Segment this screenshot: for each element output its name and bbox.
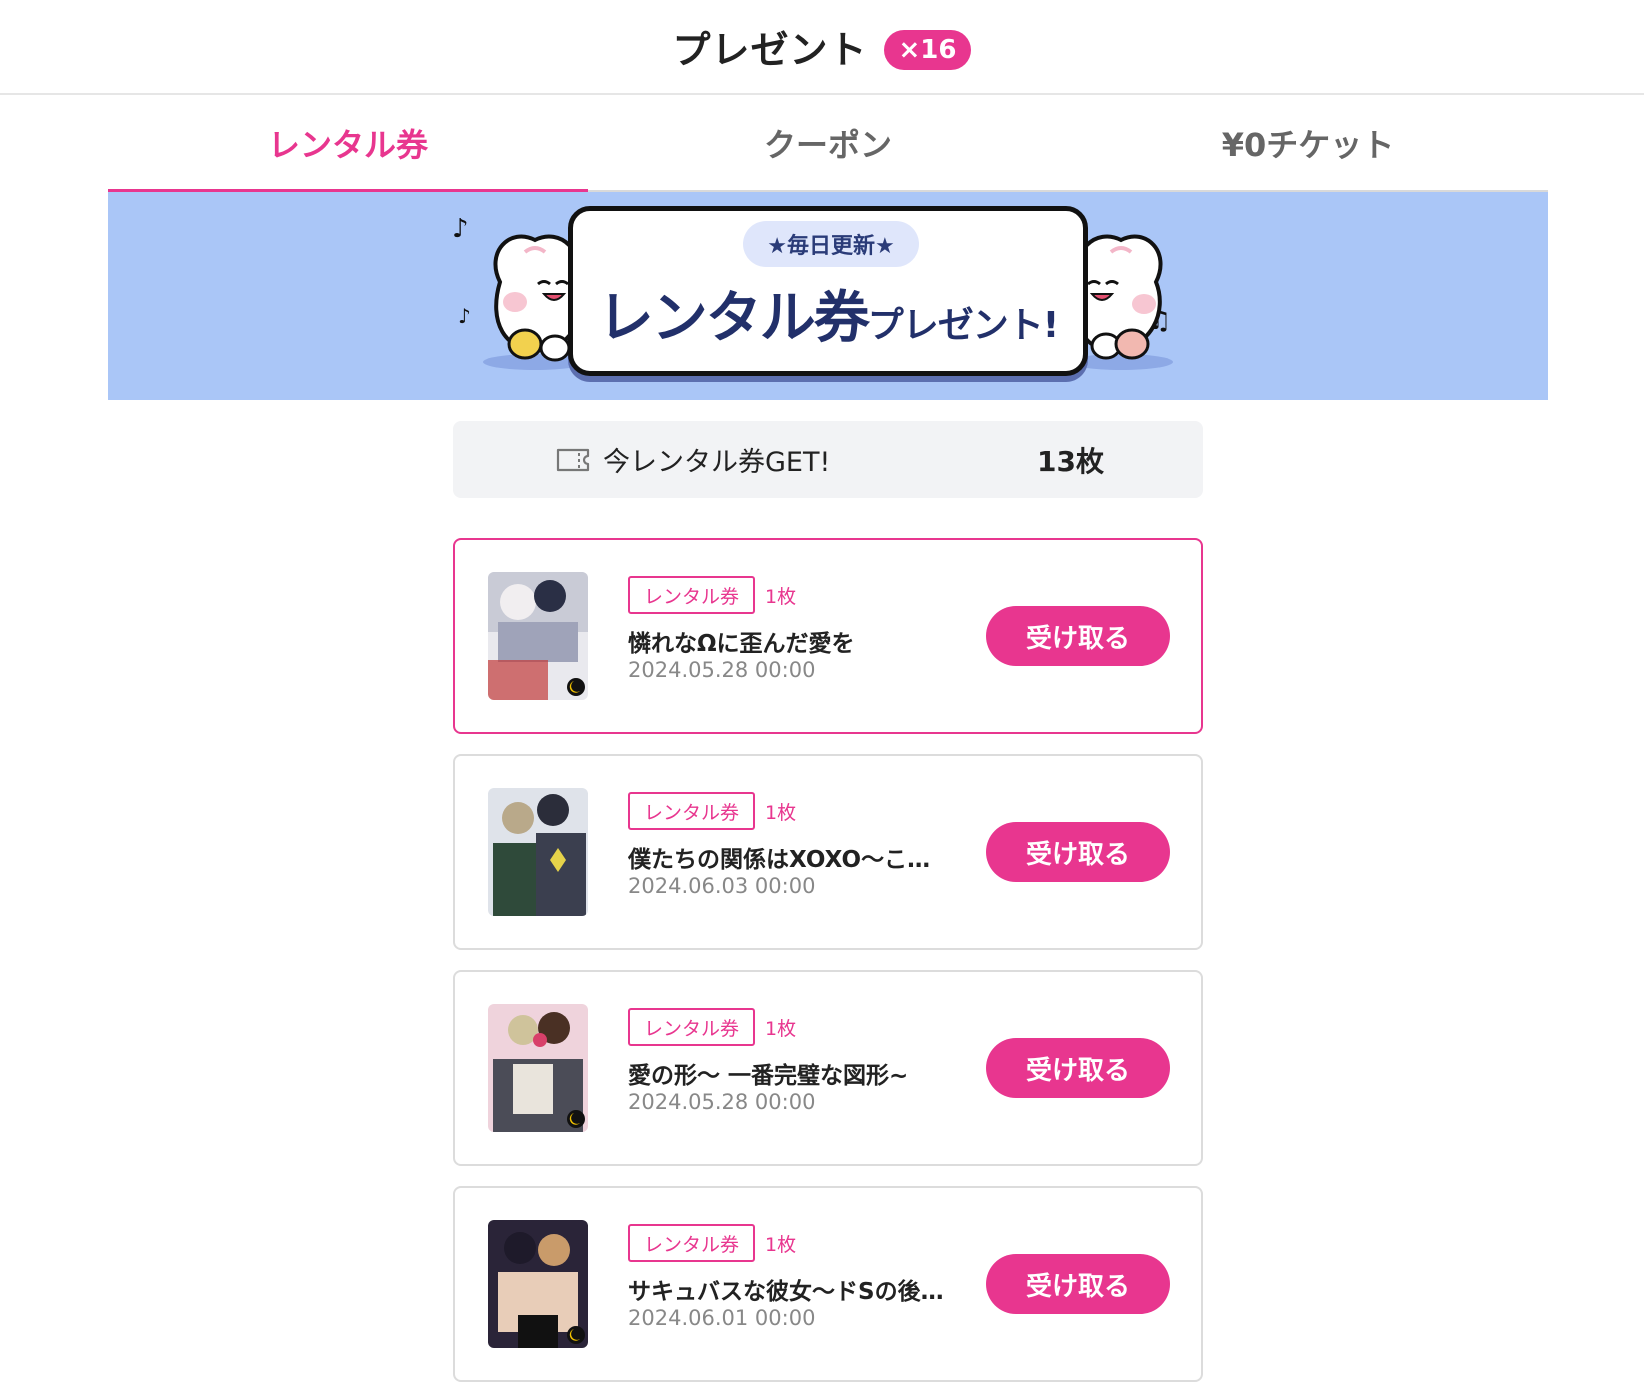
music-note-icon: ♪	[452, 214, 469, 244]
receive-button[interactable]: 受け取る	[986, 1254, 1170, 1314]
receive-button[interactable]: 受け取る	[986, 822, 1170, 882]
ticket-type-tag: レンタル券	[628, 576, 756, 614]
banner-headline-main: レンタル券	[597, 286, 870, 351]
page-title: プレゼント	[672, 28, 868, 72]
book-cover-image	[488, 1220, 588, 1348]
ticket-quantity: 1枚	[765, 1017, 797, 1040]
item-date: 2024.06.01 00:00	[628, 1306, 816, 1330]
summary-label: 今レンタル券GET!	[603, 447, 831, 478]
page-header: プレゼント ×16	[0, 0, 1644, 95]
ticket-type-tag: レンタル券	[628, 1008, 756, 1046]
summary-label-group: 今レンタル券GET!	[555, 421, 830, 498]
book-cover-image	[488, 572, 588, 700]
item-title: サキュバスな彼女〜ドSの後…	[628, 1279, 944, 1305]
item-date: 2024.06.03 00:00	[628, 874, 816, 898]
item-date: 2024.05.28 00:00	[628, 1090, 816, 1114]
item-meta-row: レンタル券 1枚	[628, 1008, 796, 1046]
book-cover-image	[488, 788, 588, 916]
present-item-card[interactable]: レンタル券 1枚 愛の形〜 一番完璧な図形~ 2024.05.28 00:00 …	[453, 970, 1203, 1166]
present-item-card[interactable]: レンタル券 1枚 憐れなΩに歪んだ愛を 2024.05.28 00:00 受け取…	[453, 538, 1203, 734]
present-item-card[interactable]: レンタル券 1枚 サキュバスな彼女〜ドSの後… 2024.06.01 00:00…	[453, 1186, 1203, 1382]
ticket-quantity: 1枚	[765, 585, 797, 608]
music-note-icon: ♪	[458, 304, 471, 328]
receive-button[interactable]: 受け取る	[986, 1038, 1170, 1098]
ticket-type-tag: レンタル券	[628, 1224, 756, 1262]
summary-count: 13枚	[1037, 444, 1104, 478]
tab-coupon[interactable]: クーポン	[588, 95, 1068, 190]
ticket-quantity: 1枚	[765, 801, 797, 824]
book-cover-image	[488, 1004, 588, 1132]
item-title: 憐れなΩに歪んだ愛を	[628, 631, 855, 657]
item-meta-row: レンタル券 1枚	[628, 576, 796, 614]
banner-headline: レンタル券プレゼント!	[573, 273, 1083, 354]
item-meta-row: レンタル券 1枚	[628, 792, 796, 830]
tab-bar: レンタル券 クーポン ¥0チケット	[108, 95, 1548, 192]
rental-ticket-summary: 今レンタル券GET! 13枚	[453, 421, 1203, 498]
tab-zero-yen-ticket[interactable]: ¥0チケット	[1068, 95, 1548, 190]
ticket-type-tag: レンタル券	[628, 792, 756, 830]
item-title: 愛の形〜 一番完璧な図形~	[628, 1063, 909, 1089]
banner-headline-sub: プレゼント!	[867, 305, 1059, 346]
present-item-card[interactable]: レンタル券 1枚 僕たちの関係はXOXO〜こ… 2024.06.03 00:00…	[453, 754, 1203, 950]
item-meta-row: レンタル券 1枚	[628, 1224, 796, 1262]
tab-rental-ticket[interactable]: レンタル券	[108, 95, 588, 192]
banner-card: ★毎日更新★ レンタル券プレゼント!	[568, 206, 1088, 376]
ticket-icon	[556, 448, 590, 471]
promo-banner[interactable]: ♪ ♪ ♫ ★毎日更新★ レンタル券プレゼント!	[108, 192, 1548, 400]
receive-button[interactable]: 受け取る	[986, 606, 1170, 666]
ticket-quantity: 1枚	[765, 1233, 797, 1256]
present-count-badge: ×16	[883, 29, 972, 70]
item-title: 僕たちの関係はXOXO〜こ…	[628, 847, 931, 873]
item-date: 2024.05.28 00:00	[628, 658, 816, 682]
daily-update-pill: ★毎日更新★	[743, 221, 919, 267]
